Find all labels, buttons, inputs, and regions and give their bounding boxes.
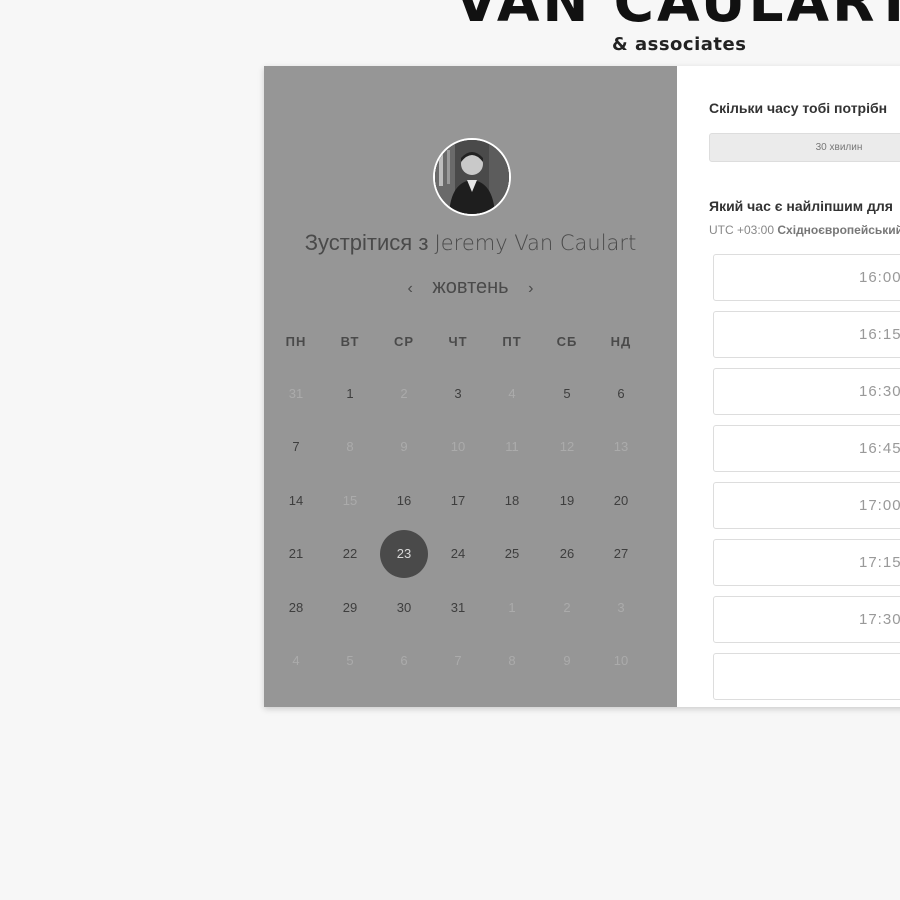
calendar-day: 10 xyxy=(450,439,466,455)
duration-question: Скільки часу тобі потрібн xyxy=(709,100,888,116)
time-slot[interactable]: 17:30 xyxy=(713,596,900,643)
time-slot-label: 16:45 xyxy=(859,440,900,457)
weekday-label: СР xyxy=(393,334,415,349)
calendar-day[interactable]: 1 xyxy=(326,370,374,418)
calendar-day: 13 xyxy=(613,439,629,455)
calendar-day[interactable]: 29 xyxy=(326,584,374,632)
timezone-name: Східноєвропейський xyxy=(777,223,900,237)
host-avatar xyxy=(433,138,511,216)
timezone-label: UTC +03:00 Східноєвропейський xyxy=(709,223,900,237)
chevron-right-icon[interactable]: › xyxy=(514,280,547,298)
time-slot[interactable]: 17:15 xyxy=(713,539,900,586)
calendar-panel: Зустрітися з Jeremy Van Caulart ‹ жовтен… xyxy=(264,66,677,707)
host-name: Jeremy Van Caulart xyxy=(434,231,637,255)
calendar-day: 2 xyxy=(400,386,408,401)
calendar-day: 4 xyxy=(508,386,516,401)
calendar-day[interactable]: 20 xyxy=(597,477,645,525)
weekday-label: НД xyxy=(610,334,632,349)
time-slot[interactable]: 16:15 xyxy=(713,311,900,358)
calendar-day: 4 xyxy=(292,653,300,668)
calendar-day: 15 xyxy=(342,492,358,508)
calendar-day: 5 xyxy=(346,653,354,668)
selected-day[interactable]: 23 xyxy=(380,530,428,579)
calendar-day[interactable]: 19 xyxy=(543,477,591,525)
meeting-title-prefix: Зустрітися з xyxy=(304,230,429,255)
weekday-label: ПН xyxy=(285,334,307,349)
calendar-day[interactable]: 27 xyxy=(597,530,645,578)
calendar-day[interactable]: 24 xyxy=(434,530,482,578)
weekday-label: ЧТ xyxy=(448,334,468,349)
weekday-label: ВТ xyxy=(340,334,360,349)
calendar-day[interactable]: 22 xyxy=(326,530,374,578)
calendar-day[interactable]: 17 xyxy=(434,477,482,525)
calendar-day[interactable]: 18 xyxy=(488,477,536,525)
calendar-day: 7 xyxy=(454,653,462,668)
time-slot[interactable]: 16:00 xyxy=(713,254,900,301)
calendar-day: 9 xyxy=(400,439,408,455)
brand-title: VAN CAULART xyxy=(455,0,900,34)
calendar-day: 8 xyxy=(508,653,516,668)
calendar-day[interactable]: 14 xyxy=(272,477,320,525)
calendar-day[interactable]: 21 xyxy=(272,530,320,578)
time-slot[interactable]: 16:45 xyxy=(713,425,900,472)
calendar-day[interactable]: 6 xyxy=(597,370,645,418)
time-slot-label: 16:15 xyxy=(859,326,900,343)
time-slot-partial[interactable] xyxy=(713,653,900,700)
calendar-day: 31 xyxy=(288,386,304,401)
calendar-day: 10 xyxy=(613,653,629,668)
time-slot-label: 16:00 xyxy=(859,269,900,286)
meeting-title: Зустрітися з Jeremy Van Caulart xyxy=(264,230,677,256)
calendar-day[interactable]: 28 xyxy=(272,584,320,632)
calendar-day[interactable]: 16 xyxy=(380,477,428,525)
calendar-day[interactable]: 30 xyxy=(380,584,428,632)
brand-subtitle: & associates xyxy=(612,34,747,55)
calendar-day[interactable]: 5 xyxy=(543,370,591,418)
calendar-day: 1 xyxy=(508,599,516,615)
time-panel: Скільки часу тобі потрібн 30 хвилин Який… xyxy=(677,66,900,707)
calendar-day[interactable]: 26 xyxy=(543,530,591,578)
calendar-day: 6 xyxy=(400,653,408,668)
calendar-day[interactable]: 31 xyxy=(434,584,482,632)
calendar-day: 3 xyxy=(617,599,625,615)
time-slot[interactable]: 17:00 xyxy=(713,482,900,529)
time-slot-label: 17:30 xyxy=(859,611,900,628)
duration-select[interactable]: 30 хвилин xyxy=(709,133,900,162)
calendar-day: 8 xyxy=(346,439,354,455)
month-navigation: ‹ жовтень › xyxy=(264,276,677,299)
time-question: Який час є найліпшим для xyxy=(709,198,893,214)
timezone-offset: UTC +03:00 xyxy=(709,223,775,237)
time-slot[interactable]: 16:30 xyxy=(713,368,900,415)
person-avatar xyxy=(435,140,509,214)
time-slot-label: 17:15 xyxy=(859,554,900,571)
calendar-day[interactable]: 25 xyxy=(488,530,536,578)
month-label: жовтень xyxy=(432,276,509,298)
weekday-label: СБ xyxy=(556,334,578,349)
time-slot-label: 17:00 xyxy=(859,497,900,514)
weekday-label: ПТ xyxy=(502,334,522,349)
time-slot-label: 16:30 xyxy=(859,383,900,400)
calendar-day[interactable]: 3 xyxy=(434,370,482,418)
calendar-day: 12 xyxy=(559,439,575,455)
booking-card: Зустрітися з Jeremy Van Caulart ‹ жовтен… xyxy=(264,66,900,707)
calendar-day: 9 xyxy=(563,653,571,668)
calendar-day[interactable]: 7 xyxy=(272,423,320,471)
calendar-day: 2 xyxy=(563,599,571,615)
calendar-day: 11 xyxy=(505,439,519,455)
weekday-header: ПН ВТ СР ЧТ ПТ СБ НД xyxy=(284,334,654,354)
chevron-left-icon[interactable]: ‹ xyxy=(394,280,427,298)
